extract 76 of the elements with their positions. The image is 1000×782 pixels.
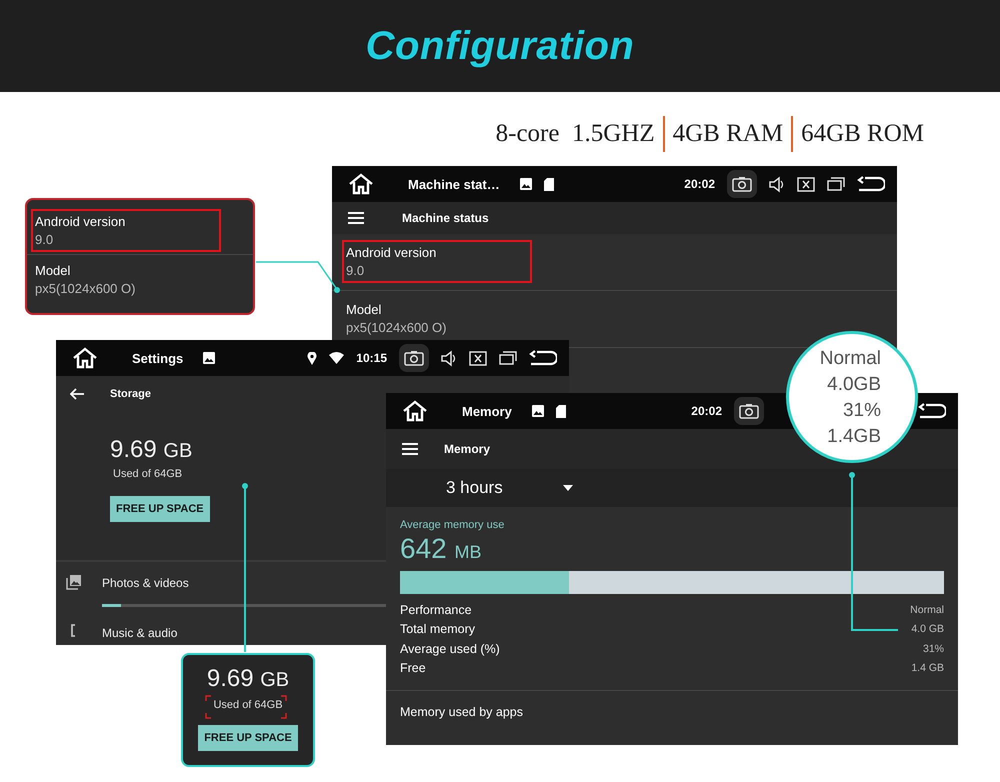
- period-dropdown[interactable]: 3 hours: [446, 478, 503, 498]
- app-title: Settings: [132, 350, 184, 366]
- home-icon[interactable]: [348, 173, 374, 195]
- menu-icon[interactable]: [402, 443, 418, 455]
- volume-icon[interactable]: [441, 350, 457, 366]
- setting-value: px5(1024x600 O): [35, 281, 136, 296]
- callout-value: 4.0GB: [827, 372, 881, 396]
- wifi-icon: [329, 352, 344, 364]
- close-window-icon[interactable]: [469, 350, 487, 366]
- home-icon[interactable]: [72, 347, 98, 369]
- clock-time: 20:02: [691, 404, 722, 418]
- callout-value: 1.4GB: [827, 424, 881, 448]
- setting-label: Android version: [346, 245, 438, 260]
- stat-value: 1.4 GB: [911, 662, 944, 674]
- page-title: Memory: [444, 442, 490, 456]
- callout-value: 31%: [842, 398, 881, 422]
- page-title: Machine status: [402, 211, 489, 225]
- stat-value: 4.0 GB: [911, 623, 944, 636]
- spec-text: 8-core 1.5GHZ: [496, 120, 655, 148]
- image-icon: [203, 352, 216, 364]
- close-window-icon[interactable]: [797, 176, 815, 192]
- screenshot-button[interactable]: [399, 344, 429, 372]
- spec-text: 64GB ROM: [801, 120, 924, 148]
- image-icon: [532, 405, 544, 417]
- dropdown-caret-icon[interactable]: [562, 485, 573, 491]
- image-icon: [520, 178, 532, 190]
- camera-icon: [739, 403, 759, 419]
- stat-value: 31%: [922, 642, 944, 655]
- spec-text: 4GB RAM: [672, 120, 784, 148]
- page-title: Storage: [110, 388, 151, 400]
- banner-title: Configuration: [366, 24, 634, 68]
- setting-value: 9.0: [35, 232, 54, 247]
- stat-label: Average used (%): [400, 642, 500, 656]
- screenshot-button[interactable]: [734, 397, 764, 425]
- photos-icon: [66, 574, 82, 590]
- clock-time: 10:15: [356, 351, 387, 365]
- camera-icon: [732, 176, 752, 192]
- storage-used: 9.69 GB: [110, 436, 192, 464]
- storage-total: Used of 64GB: [113, 468, 184, 480]
- free-up-space-button[interactable]: FREE UP SPACE: [110, 496, 210, 522]
- section-heading: Memory used by apps: [400, 705, 523, 719]
- clock-time: 20:02: [684, 177, 715, 191]
- setting-value: px5(1024x600 O): [346, 320, 448, 335]
- stat-label: Performance: [400, 602, 472, 617]
- stat-label: Free: [400, 661, 426, 676]
- free-up-space-button[interactable]: FREE UP SPACE: [198, 725, 298, 751]
- sd-card-icon: [556, 404, 566, 418]
- category-label[interactable]: Music & audio: [102, 626, 178, 640]
- setting-label: Android version: [35, 214, 126, 229]
- callout-value: Normal: [820, 346, 881, 370]
- music-icon: [71, 624, 76, 637]
- setting-label: Model: [35, 263, 72, 278]
- app-title: Memory: [462, 404, 512, 418]
- location-icon: [307, 352, 318, 364]
- screenshot-button[interactable]: [727, 170, 757, 198]
- setting-label: Model: [346, 302, 382, 317]
- storage-used: 9.69 GB: [206, 665, 290, 693]
- section-label: Average memory use: [400, 519, 506, 531]
- back-icon[interactable]: [529, 350, 557, 366]
- stat-value: Normal: [910, 604, 944, 616]
- menu-icon[interactable]: [348, 212, 364, 224]
- back-icon[interactable]: [918, 403, 946, 419]
- back-icon[interactable]: [857, 176, 885, 192]
- home-icon[interactable]: [402, 400, 428, 422]
- sd-card-icon: [544, 178, 554, 190]
- setting-value: 9.0: [346, 263, 366, 278]
- back-arrow-icon[interactable]: [70, 388, 84, 400]
- average-memory: 642 MB: [400, 533, 482, 565]
- recent-apps-icon[interactable]: [499, 351, 517, 365]
- stat-label: Total memory: [400, 622, 476, 636]
- volume-icon[interactable]: [769, 176, 785, 192]
- app-title: Machine stat…: [408, 176, 500, 192]
- storage-total: Used of 64GB: [213, 699, 283, 711]
- category-label[interactable]: Photos & videos: [102, 576, 189, 590]
- camera-icon: [404, 350, 424, 366]
- recent-apps-icon[interactable]: [827, 177, 845, 191]
